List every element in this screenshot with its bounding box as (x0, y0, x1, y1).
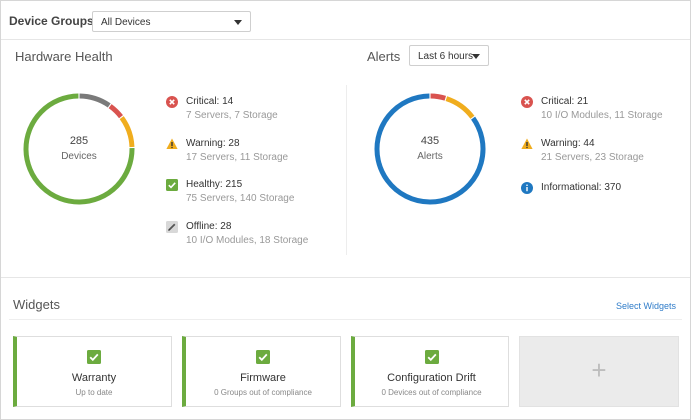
widget-warranty-title: Warranty (71, 372, 117, 384)
alerts-range-value: Last 6 hours (418, 51, 474, 62)
info-icon (521, 182, 533, 194)
alerts-critical-count: Critical: 21 (541, 96, 589, 107)
alerts-critical-detail: 10 I/O Modules, 11 Storage (541, 110, 663, 121)
alerts-range-select[interactable]: Last 6 hours (409, 45, 489, 66)
health-donut-segment[interactable] (119, 116, 135, 148)
alerts-informational-count: Informational: 370 (541, 182, 622, 193)
device-groups-select[interactable]: All Devices (92, 11, 251, 32)
checkbox-checked-icon (424, 350, 439, 364)
health-critical-detail: 7 Servers, 7 Storage (186, 110, 278, 121)
alerts-title: Alerts (367, 49, 401, 64)
alerts-center: 435 Alerts (390, 135, 470, 162)
hardware-health-center: 285 Devices (39, 135, 119, 162)
widget-firmware[interactable]: Firmware 0 Groups out of compliance (182, 336, 341, 407)
device-groups-label: Device Groups (9, 14, 94, 28)
alert-count-label: Alerts (417, 151, 443, 162)
health-donut-segment[interactable] (108, 104, 124, 119)
alerts-warning-count: Warning: 44 (541, 138, 595, 149)
critical-icon (521, 96, 533, 108)
warning-icon (166, 138, 178, 149)
chevron-down-icon (234, 20, 242, 25)
widgets-divider (1, 277, 690, 278)
alerts-donut-segment[interactable] (445, 96, 475, 119)
health-critical-count: Critical: 14 (186, 96, 234, 107)
widget-firmware-status: 0 Groups out of compliance (214, 388, 312, 397)
widget-configuration-drift-status: 0 Devices out of compliance (381, 388, 482, 397)
checkbox-checked-icon (256, 350, 270, 364)
checkbox-checked-icon (87, 350, 101, 364)
device-count: 285 (69, 135, 89, 147)
alerts-donut-segment[interactable] (430, 93, 447, 101)
offline-icon (166, 221, 178, 233)
widget-configuration-drift[interactable]: Configuration Drift 0 Devices out of com… (351, 336, 509, 407)
health-warning-detail: 17 Servers, 11 Storage (186, 152, 289, 163)
widget-warranty-status: Up to date (75, 388, 113, 397)
critical-icon (166, 96, 178, 108)
dashboard-frame: Device Groups All Devices Hardware Healt… (0, 0, 691, 420)
add-widget-button[interactable]: + (519, 336, 679, 407)
health-offline-count: Offline: 28 (186, 221, 232, 232)
plus-icon: + (591, 355, 607, 385)
hardware-health-title: Hardware Health (15, 49, 113, 64)
health-healthy-detail: 75 Servers, 140 Storage (186, 193, 295, 204)
section-divider (346, 85, 347, 255)
warning-icon (521, 138, 533, 149)
widgets-header-divider (9, 319, 682, 320)
health-warning-count: Warning: 28 (186, 138, 240, 149)
widgets-title: Widgets (13, 297, 60, 312)
widget-firmware-title: Firmware (240, 372, 286, 384)
widget-configuration-drift-title: Configuration Drift (387, 372, 476, 384)
device-count-label: Devices (61, 151, 97, 162)
alerts-warning-detail: 21 Servers, 23 Storage (541, 152, 644, 163)
health-offline-detail: 10 I/O Modules, 18 Storage (186, 235, 309, 246)
chevron-down-icon (472, 54, 480, 59)
alert-count: 435 (420, 135, 440, 147)
healthy-icon (166, 179, 178, 191)
select-widgets-link[interactable]: Select Widgets (616, 301, 676, 311)
device-groups-value: All Devices (101, 17, 151, 28)
top-bar: Device Groups All Devices (1, 1, 690, 40)
health-healthy-count: Healthy: 215 (186, 179, 243, 190)
health-donut-segment[interactable] (79, 93, 111, 108)
widget-warranty[interactable]: Warranty Up to date (13, 336, 172, 407)
